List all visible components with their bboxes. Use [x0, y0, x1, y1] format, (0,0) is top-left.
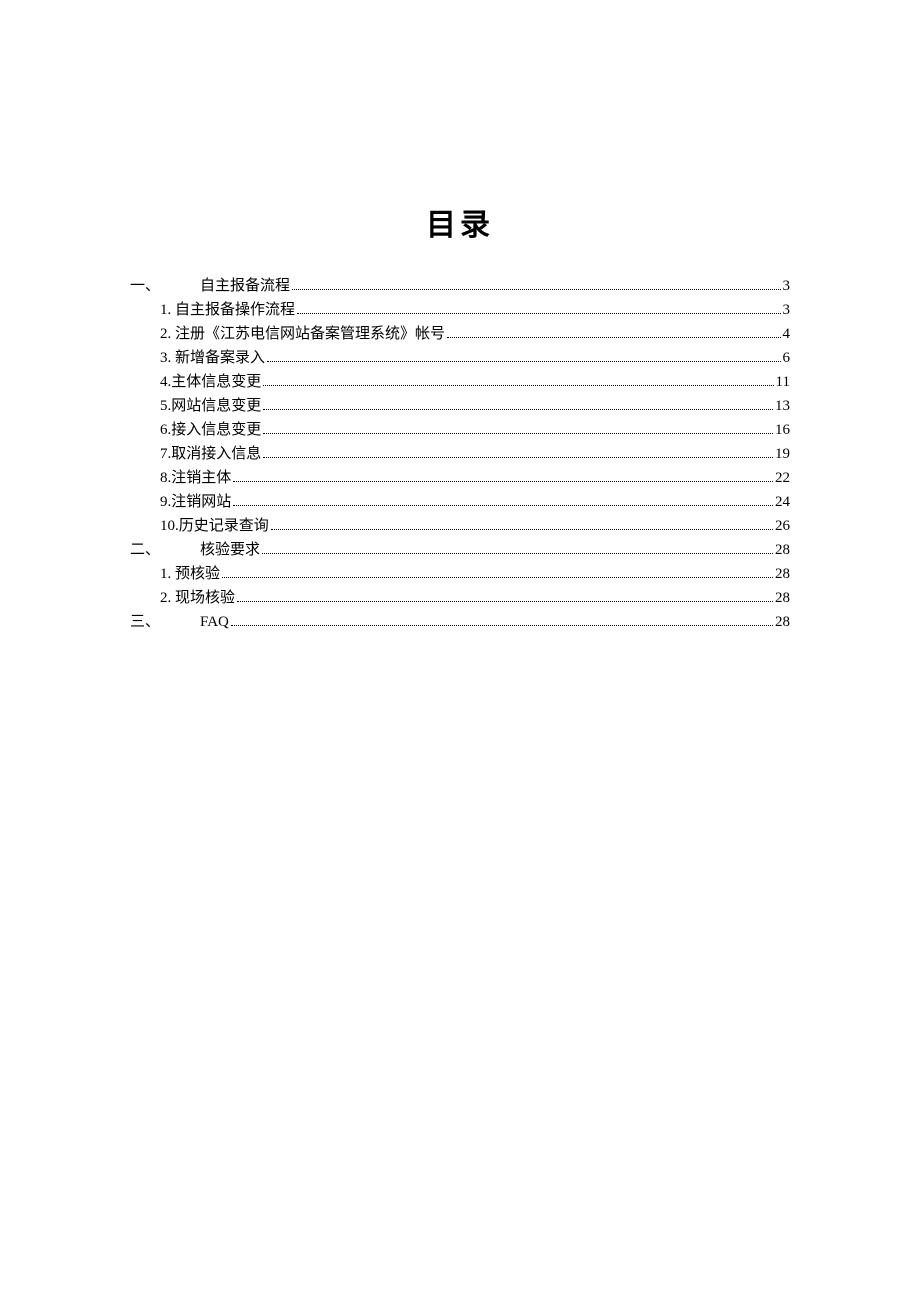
toc-entry[interactable]: 三、FAQ 28	[130, 610, 790, 634]
toc-leader-dots	[447, 337, 780, 338]
toc-leader-dots	[222, 577, 773, 578]
toc-entry-label: 1. 预核验	[160, 562, 220, 586]
toc-leader-dots	[263, 457, 773, 458]
toc-page-number: 3	[783, 298, 791, 322]
toc-leader-dots	[267, 361, 780, 362]
toc-entry[interactable]: 5.网站信息变更 13	[160, 394, 790, 418]
toc-entry-label: 7.取消接入信息	[160, 442, 261, 466]
toc-entry[interactable]: 4.主体信息变更 11	[160, 370, 790, 394]
toc-leader-dots	[237, 601, 773, 602]
toc-title: 目录	[130, 200, 790, 244]
toc-entry-label: 核验要求	[200, 538, 260, 562]
toc-entry[interactable]: 1. 预核验 28	[160, 562, 790, 586]
toc-page-number: 28	[775, 586, 790, 610]
toc-entry[interactable]: 2. 注册《江苏电信网站备案管理系统》帐号 4	[160, 322, 790, 346]
toc-entry-label: 6.接入信息变更	[160, 418, 261, 442]
toc-page-number: 6	[783, 346, 791, 370]
toc-page-number: 26	[775, 514, 790, 538]
toc-leader-dots	[297, 313, 780, 314]
toc-entry[interactable]: 9.注销网站 24	[160, 490, 790, 514]
document-page: 目录 一、自主报备流程31. 自主报备操作流程32. 注册《江苏电信网站备案管理…	[0, 0, 920, 634]
toc-leader-dots	[263, 409, 773, 410]
toc-entry[interactable]: 二、核验要求 28	[130, 538, 790, 562]
toc-list: 一、自主报备流程31. 自主报备操作流程32. 注册《江苏电信网站备案管理系统》…	[130, 274, 790, 634]
toc-page-number: 28	[775, 538, 790, 562]
toc-entry-label: 自主报备流程	[200, 274, 290, 298]
toc-entry-label: 5.网站信息变更	[160, 394, 261, 418]
toc-page-number: 3	[783, 274, 791, 298]
toc-leader-dots	[263, 385, 773, 386]
toc-page-number: 22	[775, 466, 790, 490]
toc-entry-label: 4.主体信息变更	[160, 370, 261, 394]
toc-section-number: 一、	[130, 274, 200, 298]
toc-section-number: 二、	[130, 538, 200, 562]
toc-leader-dots	[262, 553, 773, 554]
toc-page-number: 11	[776, 370, 790, 394]
toc-entry-label: FAQ	[200, 610, 229, 634]
toc-entry[interactable]: 8.注销主体 22	[160, 466, 790, 490]
toc-entry[interactable]: 1. 自主报备操作流程 3	[160, 298, 790, 322]
toc-page-number: 4	[783, 322, 791, 346]
toc-entry-label: 3. 新增备案录入	[160, 346, 265, 370]
toc-entry[interactable]: 一、自主报备流程 3	[130, 274, 790, 298]
toc-entry[interactable]: 3. 新增备案录入 6	[160, 346, 790, 370]
toc-page-number: 28	[775, 562, 790, 586]
toc-page-number: 28	[775, 610, 790, 634]
toc-leader-dots	[233, 481, 773, 482]
toc-leader-dots	[271, 529, 773, 530]
toc-page-number: 19	[775, 442, 790, 466]
toc-entry-label: 2. 现场核验	[160, 586, 235, 610]
toc-leader-dots	[292, 289, 780, 290]
toc-entry-label: 10.历史记录查询	[160, 514, 269, 538]
toc-page-number: 24	[775, 490, 790, 514]
toc-entry[interactable]: 2. 现场核验 28	[160, 586, 790, 610]
toc-entry[interactable]: 10.历史记录查询 26	[160, 514, 790, 538]
toc-page-number: 16	[775, 418, 790, 442]
toc-entry[interactable]: 6.接入信息变更 16	[160, 418, 790, 442]
toc-entry-label: 8.注销主体	[160, 466, 231, 490]
toc-entry-label: 9.注销网站	[160, 490, 231, 514]
toc-entry-label: 2. 注册《江苏电信网站备案管理系统》帐号	[160, 322, 445, 346]
toc-entry[interactable]: 7.取消接入信息 19	[160, 442, 790, 466]
toc-entry-label: 1. 自主报备操作流程	[160, 298, 295, 322]
toc-leader-dots	[231, 625, 773, 626]
toc-leader-dots	[263, 433, 773, 434]
toc-section-number: 三、	[130, 610, 200, 634]
toc-page-number: 13	[775, 394, 790, 418]
toc-leader-dots	[233, 505, 773, 506]
